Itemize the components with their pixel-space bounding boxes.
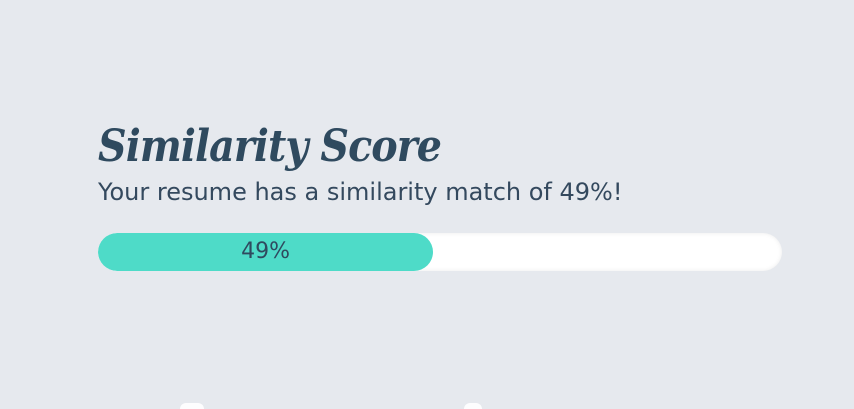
similarity-summary-text: Your resume has a similarity match of 49… (98, 178, 623, 206)
similarity-progress-fill: 49% (98, 233, 434, 271)
similarity-progress-bar: 49% (98, 233, 782, 271)
similarity-score-section: Similarity Score Your resume has a simil… (98, 118, 784, 271)
bottom-decoration-left (180, 403, 204, 409)
page-title: Similarity Score (98, 121, 442, 172)
bottom-decoration-right (464, 403, 482, 409)
similarity-progress-label: 49% (241, 239, 291, 264)
